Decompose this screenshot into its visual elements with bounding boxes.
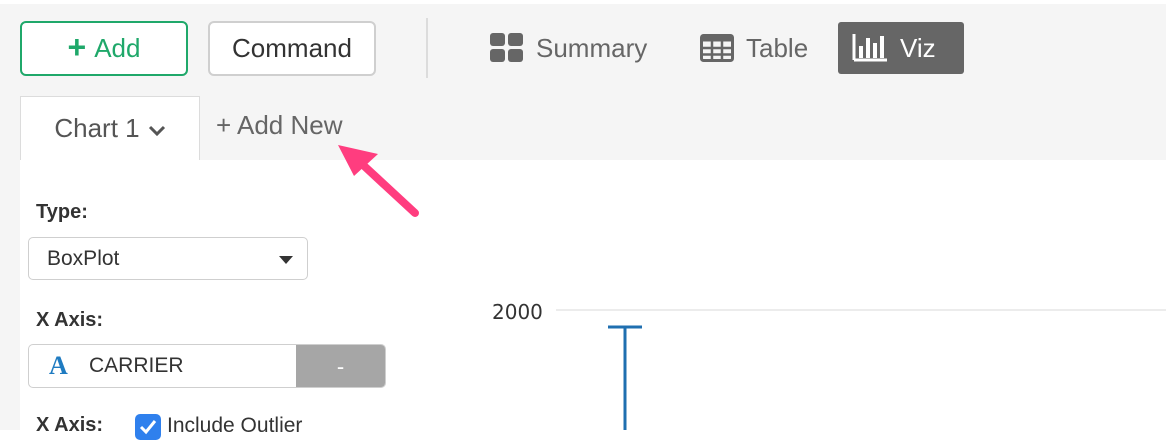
plus-icon: + xyxy=(67,28,87,65)
command-button-label: Command xyxy=(232,33,352,63)
view-tab-table[interactable]: Table xyxy=(686,22,822,74)
view-tab-table-label: Table xyxy=(746,32,809,63)
x-axis-label-2: X Axis: xyxy=(36,414,104,436)
text-type-icon: A xyxy=(49,351,68,380)
tab-chart-1-label: Chart 1 xyxy=(54,113,140,143)
add-button[interactable]: + Add xyxy=(20,21,188,76)
view-tab-summary-label: Summary xyxy=(536,32,648,63)
x-axis-label: X Axis: xyxy=(36,309,104,331)
view-tab-summary[interactable]: Summary xyxy=(476,22,661,74)
view-tab-viz-label: Viz xyxy=(900,32,936,63)
boxplot-chart xyxy=(556,309,1166,430)
view-tab-viz[interactable]: Viz xyxy=(838,22,964,74)
annotation-arrow-icon xyxy=(338,145,419,217)
left-gutter xyxy=(0,160,20,430)
checkmark-icon xyxy=(139,420,157,435)
table-icon xyxy=(700,34,734,62)
add-new-tab-link[interactable]: + Add New xyxy=(216,110,342,141)
remove-column-button[interactable]: - xyxy=(296,345,385,387)
chart-type-value: BoxPlot xyxy=(47,246,120,270)
type-label: Type: xyxy=(36,201,88,223)
grid-icon xyxy=(490,33,523,62)
top-edge xyxy=(0,0,1166,4)
toolbar-divider xyxy=(426,18,428,78)
command-button[interactable]: Command xyxy=(208,21,376,76)
chart-type-select[interactable]: BoxPlot xyxy=(28,237,308,280)
bar-chart-icon xyxy=(852,34,887,62)
add-button-label: Add xyxy=(94,33,141,63)
x-axis-column-field[interactable]: A CARRIER - xyxy=(28,344,386,388)
x-axis-column-name: CARRIER xyxy=(89,354,184,377)
tab-chart-1[interactable]: Chart 1 xyxy=(20,96,200,160)
include-outlier-label: Include Outlier xyxy=(167,414,303,437)
include-outlier-checkbox[interactable] xyxy=(135,414,161,440)
caret-down-icon xyxy=(279,256,293,264)
chevron-down-icon[interactable] xyxy=(148,125,166,137)
